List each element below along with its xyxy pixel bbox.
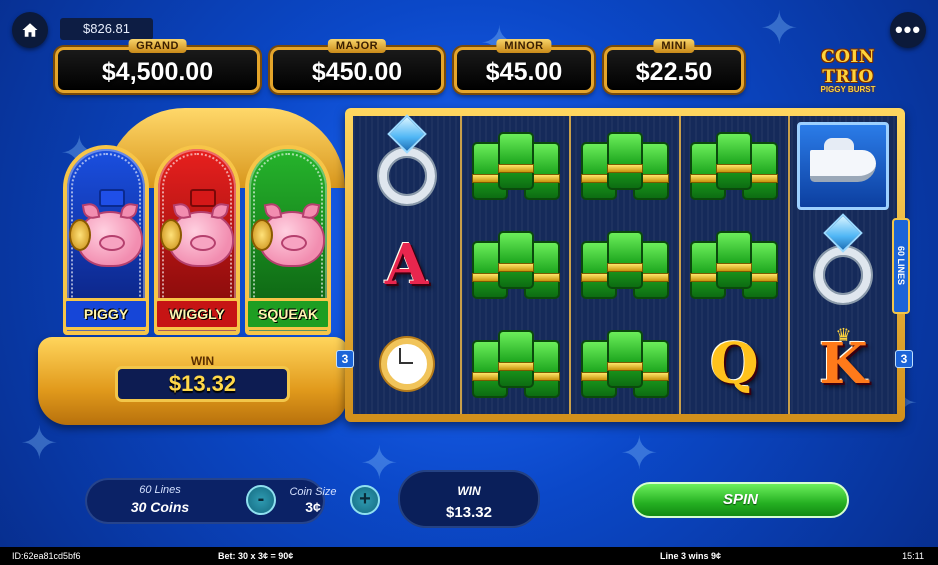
jackpot-label: GRAND (128, 39, 187, 53)
crown-icon: ♛ (835, 324, 852, 345)
coin-icon (160, 219, 182, 251)
reel-cell (571, 215, 678, 314)
coins-value: 30 Coins (130, 499, 190, 515)
pig-icon (160, 189, 234, 267)
sparkle-icon: ✦ (620, 427, 659, 479)
jackpot-mini: MINI $22.50 (604, 39, 744, 93)
clock: 15:11 (902, 551, 924, 561)
jackpot-value: $4,500.00 (101, 58, 214, 86)
reel-cell (790, 116, 897, 215)
sparkle-icon: ✦ (760, 2, 799, 54)
reel-cell (790, 213, 897, 314)
coin-size-value: 3¢ (305, 499, 321, 515)
cash-stack-icon (577, 326, 673, 402)
reel-cell (353, 113, 460, 215)
diamond-ring-icon (378, 113, 435, 204)
reel-3 (569, 116, 678, 414)
reel-4: Q (678, 116, 788, 414)
reel-cell (462, 315, 569, 414)
cash-stack-icon (468, 326, 564, 402)
cash-stack-icon (686, 227, 782, 303)
reel-2 (460, 116, 569, 414)
reel-1: A (353, 113, 460, 414)
win-label: WIN (457, 484, 481, 498)
sparkle-icon: ✦ (360, 437, 399, 489)
gold-watch-icon (380, 338, 433, 391)
spin-button[interactable]: SPIN (632, 482, 849, 518)
session-id: ID:62ea81cd5bf6 (12, 551, 81, 561)
balance-display: $826.81 (60, 18, 153, 40)
top-hat-icon (99, 189, 125, 207)
pig-icon (251, 201, 325, 267)
jackpot-major: MAJOR $450.00 (270, 39, 444, 93)
lines-info: 60 Lines 30 Coins (105, 484, 215, 515)
cash-stack-icon (686, 128, 782, 204)
reels-frame: A Q ♛ K (345, 108, 905, 422)
reel-cell (571, 116, 678, 215)
coin-size-label: Coin Size (289, 486, 337, 498)
jackpot-label: MAJOR (327, 39, 387, 53)
reel-cell (681, 215, 788, 314)
reel-cell (462, 215, 569, 314)
reel-cell: Q (681, 315, 788, 414)
diamond-ring-icon (815, 213, 872, 303)
letter-a-symbol: A (384, 231, 429, 298)
reel-cell (681, 116, 788, 215)
squeak-name-label: SQUEAK (245, 298, 331, 330)
reel-cell: A (353, 215, 460, 314)
reel-cell (353, 315, 460, 414)
jackpot-label: MINI (653, 39, 695, 53)
reel-grid: A Q ♛ K (353, 113, 897, 414)
cash-stack-icon (577, 227, 673, 303)
cash-stack-icon (468, 128, 564, 204)
lines-label: 60 Lines (139, 484, 181, 496)
reel-cell (571, 315, 678, 414)
reel-cell: ♛ K (790, 315, 897, 414)
sparkle-icon: ✦ (20, 417, 59, 469)
jackpot-grand: GRAND $4,500.00 (55, 39, 260, 93)
payline-marker-right: 3 (895, 350, 913, 368)
status-footer: ID:62ea81cd5bf6 Bet: 30 x 3¢ = 90¢ Line … (0, 547, 938, 565)
coin-icon (69, 219, 91, 251)
win-info: WIN $13.32 (398, 484, 540, 521)
home-button[interactable] (12, 12, 48, 48)
logo-title: COIN TRIO (821, 47, 875, 87)
more-dots-icon: ••• (894, 17, 922, 42)
top-hat-icon (190, 189, 216, 207)
letter-q-symbol: Q (709, 331, 759, 398)
piggy-name-label: PIGGY (63, 298, 149, 330)
coin-icon (251, 219, 273, 251)
payline-marker-left: 3 (336, 350, 354, 368)
coin-size-info: Coin Size 3¢ (280, 486, 346, 515)
reel-5: ♛ K (787, 116, 897, 414)
menu-button[interactable]: ••• (890, 12, 926, 48)
yacht-symbol (797, 121, 890, 210)
decrease-coin-size-button[interactable]: - (246, 485, 276, 515)
line-win-summary: Line 3 wins 9¢ (660, 551, 722, 561)
logo-subtitle: PIGGY BURST (820, 85, 876, 94)
reel-cell (462, 116, 569, 215)
bet-summary: Bet: 30 x 3¢ = 90¢ (218, 551, 294, 561)
jackpot-value: $22.50 (635, 58, 713, 86)
jackpot-value: $45.00 (485, 58, 563, 86)
stage-win-label: WIN (190, 354, 215, 368)
stage-win-display: WIN $13.32 (115, 354, 290, 402)
jackpot-label: MINOR (496, 39, 552, 53)
pig-icon (69, 189, 143, 267)
cash-stack-icon (468, 227, 564, 303)
stage-win-value: $13.32 (168, 371, 237, 396)
wiggly-name-label: WIGGLY (154, 298, 240, 330)
cash-stack-icon (577, 128, 673, 204)
yacht-icon (810, 137, 877, 182)
jackpot-minor: MINOR $45.00 (454, 39, 594, 93)
game-logo: COIN TRIO PIGGY BURST (800, 47, 896, 94)
increase-coin-size-button[interactable]: + (350, 485, 380, 515)
lines-count-tag: 60 LINES (892, 218, 910, 314)
win-value: $13.32 (446, 504, 492, 521)
home-icon (22, 23, 38, 37)
jackpot-value: $450.00 (311, 58, 403, 86)
